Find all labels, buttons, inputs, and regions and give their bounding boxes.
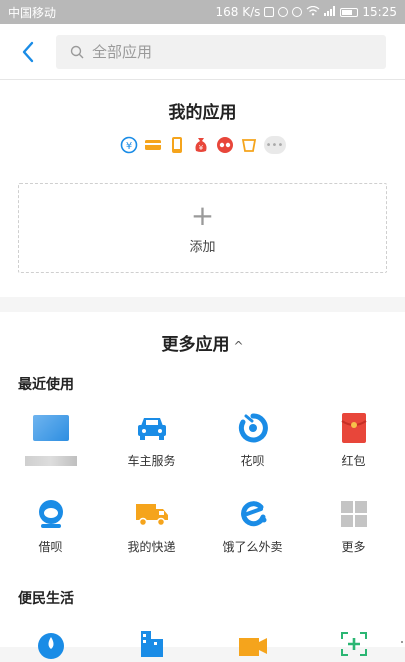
recent-row-2: 借呗 我的快递 饿了么外卖 更多 (0, 496, 405, 555)
my-apps-section: 我的应用 ¥ ¥ ••• + 添加 (0, 80, 405, 297)
app-cell[interactable] (0, 626, 101, 662)
chevron-up-icon: ^ (233, 339, 244, 353)
delivery-truck-icon (134, 496, 170, 532)
add-app-area[interactable]: + 添加 (18, 183, 387, 273)
app-label: 饿了么外卖 (222, 540, 283, 554)
blurred-app-icon (32, 410, 69, 446)
app-cell[interactable] (0, 410, 101, 469)
card-icon (144, 136, 162, 154)
my-apps-title: 我的应用 (168, 103, 237, 123)
app-label: 花呗 (240, 454, 265, 468)
app-cell[interactable] (303, 626, 404, 662)
app-label: 更多 (341, 540, 366, 554)
more-dots-icon: ••• (263, 136, 286, 154)
status-bar: 中国移动 168 K/s 15:25 (0, 0, 405, 24)
status-bar-right: 168 K/s 15:25 (216, 5, 397, 19)
money-bag-icon: ¥ (192, 136, 210, 154)
app-cell-eleme[interactable]: 饿了么外卖 (202, 496, 303, 555)
recent-heading: 最近使用 (18, 377, 74, 393)
more-apps-title-text: 更多应用 (161, 335, 230, 355)
ticket-icon (235, 626, 271, 662)
app-cell-more[interactable]: 更多 (303, 496, 404, 555)
chevron-left-icon (22, 41, 34, 62)
svg-text:¥: ¥ (198, 144, 203, 152)
app-label: 借呗 (38, 540, 63, 554)
alarm-icon (278, 7, 289, 17)
app-cell[interactable] (101, 626, 202, 662)
blurred-app-label (24, 456, 77, 466)
add-label: 添加 (189, 239, 216, 255)
clock-time: 15:25 (362, 5, 397, 19)
app-cell-car-service[interactable]: 车主服务 (101, 410, 202, 469)
eleme-icon (235, 496, 271, 532)
life-heading: 便民生活 (18, 591, 74, 607)
app-cell-red-envelope[interactable]: 红包 (303, 410, 404, 469)
app-label: 车主服务 (127, 454, 176, 468)
scroll-indicator (401, 641, 403, 643)
phone-icon (168, 136, 186, 154)
search-header (0, 24, 405, 80)
app-cell[interactable] (202, 626, 303, 662)
carrier-name: 中国移动 (8, 5, 57, 20)
app-cell-delivery[interactable]: 我的快递 (101, 496, 202, 555)
search-icon (70, 45, 84, 58)
grid-more-icon (336, 496, 372, 532)
network-speed: 168 K/s (215, 5, 261, 19)
cup-icon (240, 136, 258, 154)
life-row-1 (0, 626, 405, 662)
huabei-icon (235, 410, 271, 446)
signal-icon (324, 5, 336, 19)
back-button[interactable] (8, 32, 48, 72)
search-input[interactable] (90, 41, 354, 62)
car-icon (134, 410, 170, 446)
medical-plus-icon (336, 626, 372, 662)
red-envelope-icon (336, 410, 372, 446)
water-drop-icon (33, 626, 69, 662)
app-label: 红包 (341, 454, 366, 468)
app-label: 我的快递 (127, 540, 176, 554)
mute-icon (292, 7, 303, 17)
app-cell-huabei[interactable]: 花呗 (202, 410, 303, 469)
svg-text:¥: ¥ (125, 141, 131, 152)
vibrate-icon (264, 7, 275, 17)
app-cell-jiebei[interactable]: 借呗 (0, 496, 101, 555)
battery-icon (340, 7, 359, 17)
building-icon (134, 626, 170, 662)
jiebei-icon (33, 496, 69, 532)
more-apps-title[interactable]: 更多应用 ^ (0, 330, 405, 355)
more-apps-section: 更多应用 ^ 最近使用 车主服务 花呗 红包 借呗 我的快递 饿了么外卖 更多 … (0, 312, 405, 659)
yuebao-icon: ¥ (120, 136, 138, 154)
glasses-icon (216, 136, 234, 154)
plus-icon: + (190, 198, 215, 232)
recent-row-1: 车主服务 花呗 红包 (0, 410, 405, 469)
my-apps-icon-row[interactable]: ¥ ¥ ••• (0, 136, 405, 154)
wifi-icon (306, 5, 320, 19)
search-box[interactable] (56, 34, 386, 69)
